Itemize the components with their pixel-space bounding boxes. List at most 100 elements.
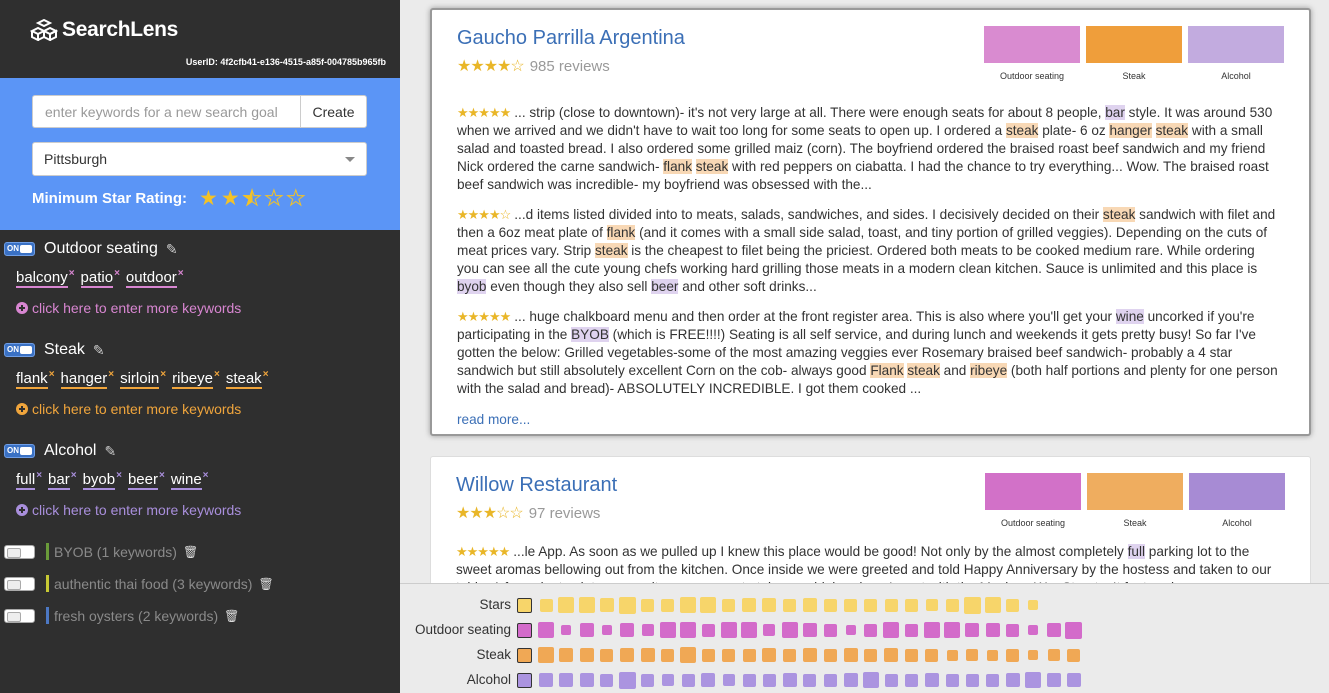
matrix-cell[interactable] <box>904 623 918 637</box>
matrix-cell[interactable] <box>864 598 878 612</box>
matrix-cell[interactable] <box>641 624 654 636</box>
keyword-chip[interactable]: flank× <box>16 369 55 389</box>
star-empty-icon[interactable]: ★ <box>264 188 284 210</box>
keyword-chip[interactable]: ribeye× <box>172 369 220 389</box>
add-keywords-link[interactable]: click here to enter more keywords <box>16 300 241 316</box>
matrix-cell[interactable] <box>924 673 939 687</box>
matrix-cell[interactable] <box>883 622 900 638</box>
matrix-cell[interactable] <box>843 673 858 687</box>
remove-keyword-icon[interactable]: × <box>159 470 165 481</box>
keyword-chip[interactable]: wine× <box>170 470 209 490</box>
remove-keyword-icon[interactable]: × <box>116 470 122 481</box>
matrix-cell[interactable] <box>538 647 554 663</box>
restaurant-card[interactable]: Gaucho Parrilla Argentina ★★★★☆ 985 review… <box>430 8 1311 436</box>
matrix-cell[interactable] <box>802 598 817 612</box>
matrix-cell[interactable] <box>742 598 756 612</box>
matrix-cell[interactable] <box>884 598 898 612</box>
matrix-cell[interactable] <box>579 673 594 687</box>
remove-keyword-icon[interactable]: × <box>263 369 269 380</box>
matrix-cell[interactable] <box>539 673 553 687</box>
matrix-cell[interactable] <box>741 622 757 638</box>
remove-keyword-icon[interactable]: × <box>49 369 55 380</box>
matrix-cell[interactable] <box>963 596 981 614</box>
matrix-cell[interactable] <box>864 623 878 637</box>
matrix-cell[interactable] <box>783 598 797 612</box>
matrix-cell[interactable] <box>884 648 899 662</box>
keyword-chip[interactable]: full× <box>16 470 42 490</box>
matrix-cell[interactable] <box>945 673 959 687</box>
star-icon[interactable]: ★ <box>221 188 240 209</box>
matrix-cell[interactable] <box>661 674 674 686</box>
matrix-cell[interactable] <box>661 598 675 612</box>
create-button[interactable]: Create <box>300 95 367 128</box>
matrix-cell[interactable] <box>1028 600 1039 610</box>
matrix-cell[interactable] <box>579 648 594 662</box>
read-more-link[interactable]: read more... <box>457 412 530 427</box>
matrix-cell[interactable] <box>843 648 858 662</box>
matrix-cell[interactable] <box>722 648 736 662</box>
star-half-icon[interactable]: ★ <box>242 188 262 210</box>
keyword-chip[interactable]: patio× <box>80 268 120 288</box>
matrix-cell[interactable] <box>763 624 776 636</box>
matrix-cell[interactable] <box>783 648 797 662</box>
matrix-cell[interactable] <box>659 622 676 638</box>
matrix-cell[interactable] <box>1006 598 1020 612</box>
matrix-cell[interactable] <box>578 597 595 613</box>
remove-keyword-icon[interactable]: × <box>108 369 114 380</box>
matrix-cell[interactable] <box>742 673 756 687</box>
matrix-cell[interactable] <box>1046 623 1061 637</box>
matrix-cell[interactable] <box>680 647 697 663</box>
matrix-cell[interactable] <box>618 596 636 614</box>
matrix-cell[interactable] <box>700 597 717 613</box>
matrix-cell[interactable] <box>681 673 695 687</box>
matrix-cell[interactable] <box>720 622 737 638</box>
matrix-cell[interactable] <box>762 673 776 687</box>
keyword-chip[interactable]: outdoor× <box>125 268 184 288</box>
remove-keyword-icon[interactable]: × <box>203 470 209 481</box>
keyword-chip[interactable]: bar× <box>48 470 77 490</box>
matrix-cell[interactable] <box>965 623 980 637</box>
category-toggle[interactable] <box>4 242 35 256</box>
matrix-cell[interactable] <box>823 673 837 687</box>
new-goal-input[interactable] <box>32 95 300 128</box>
matrix-cell[interactable] <box>680 597 697 613</box>
matrix-cell[interactable] <box>1066 673 1081 687</box>
matrix-cell[interactable] <box>762 598 777 612</box>
matrix-cell[interactable] <box>802 648 817 662</box>
matrix-cell[interactable] <box>925 599 938 611</box>
matrix-cell[interactable] <box>539 598 553 612</box>
matrix-cell[interactable] <box>803 673 817 687</box>
matrix-cell[interactable] <box>944 622 960 638</box>
matrix-cell[interactable] <box>1025 672 1042 688</box>
matrix-cell[interactable] <box>864 648 878 662</box>
matrix-cell[interactable] <box>904 673 918 687</box>
matrix-cell[interactable] <box>600 648 614 662</box>
matrix-cell[interactable] <box>966 649 979 661</box>
matrix-cell[interactable] <box>1005 673 1020 687</box>
keyword-chip[interactable]: beer× <box>127 470 165 490</box>
matrix-cell[interactable] <box>945 598 959 612</box>
matrix-cell[interactable] <box>923 622 940 638</box>
matrix-cell[interactable] <box>722 598 736 612</box>
matrix-cell[interactable] <box>823 598 837 612</box>
matrix-cell[interactable] <box>680 622 697 638</box>
add-keywords-link[interactable]: click here to enter more keywords <box>16 502 241 518</box>
matrix-cell[interactable] <box>1006 623 1020 637</box>
matrix-cell[interactable] <box>904 598 918 612</box>
matrix-cell[interactable] <box>965 673 979 687</box>
inactive-goal[interactable]: authentic thai food (3 keywords) 🗑 <box>4 575 274 592</box>
matrix-cell[interactable] <box>558 597 575 613</box>
matrix-cell[interactable] <box>561 625 572 635</box>
matrix-cell[interactable] <box>986 673 1000 687</box>
matrix-cell[interactable] <box>559 673 574 687</box>
matrix-cell[interactable] <box>559 648 574 662</box>
matrix-cell[interactable] <box>538 622 554 638</box>
matrix-cell[interactable] <box>641 598 654 612</box>
pencil-icon[interactable]: ✎ <box>104 443 116 460</box>
goal-toggle[interactable] <box>4 576 35 591</box>
category-toggle[interactable] <box>4 444 35 458</box>
matrix-cell[interactable] <box>618 671 636 689</box>
remove-keyword-icon[interactable]: × <box>71 470 77 481</box>
matrix-cell[interactable] <box>579 623 594 637</box>
remove-keyword-icon[interactable]: × <box>160 369 166 380</box>
